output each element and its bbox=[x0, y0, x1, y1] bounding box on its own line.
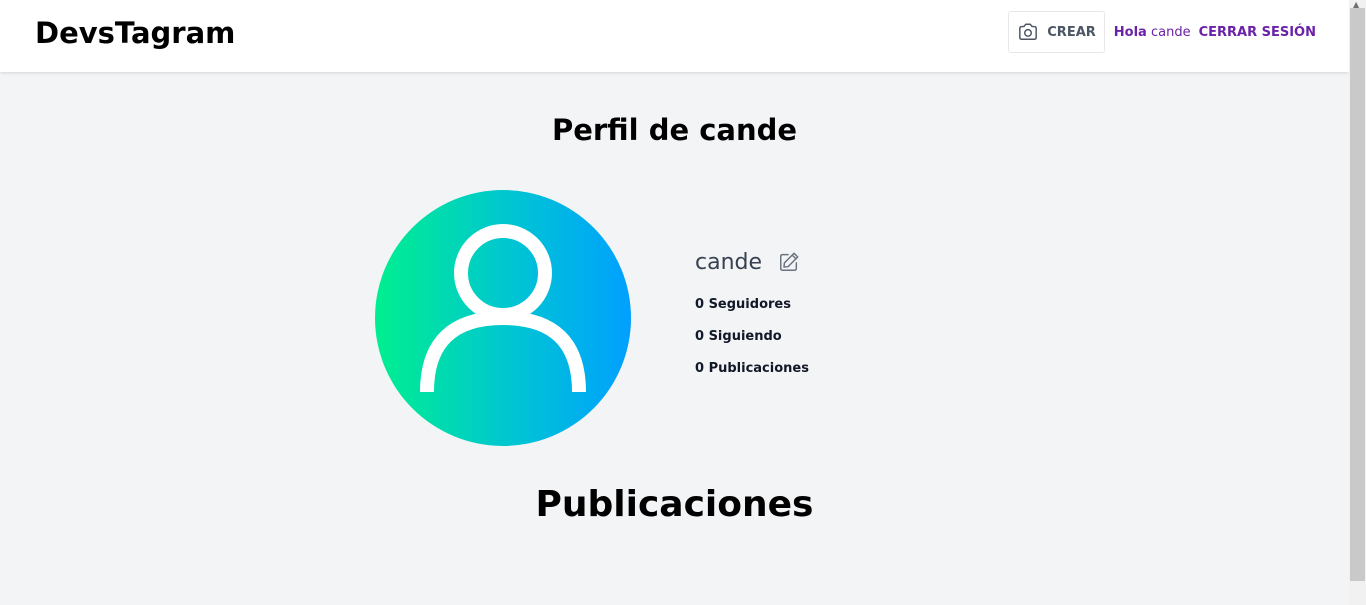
pencil-square-icon bbox=[780, 252, 799, 271]
user-icon bbox=[420, 224, 586, 393]
logout-button[interactable]: CERRAR SESIÓN bbox=[1199, 25, 1316, 40]
following-count[interactable]: 0 Siguiendo bbox=[695, 329, 809, 348]
scrollbar-thumb[interactable] bbox=[1350, 8, 1365, 581]
app-root: DevsTagram CREAR Hola cande CERRAR SESIÓ… bbox=[0, 0, 1349, 605]
greeting-prefix: Hola bbox=[1113, 24, 1147, 40]
create-post-label: CREAR bbox=[1047, 24, 1096, 40]
top-navbar: DevsTagram CREAR Hola cande CERRAR SESIÓ… bbox=[0, 0, 1349, 72]
profile-stats: 0 Seguidores 0 Siguiendo 0 Publicaciones bbox=[695, 297, 809, 380]
profile-username: cande bbox=[695, 249, 763, 275]
app-logo[interactable]: DevsTagram bbox=[35, 16, 235, 50]
followers-count[interactable]: 0 Seguidores bbox=[695, 297, 809, 316]
header-nav: CREAR Hola cande CERRAR SESIÓN bbox=[1008, 11, 1316, 53]
page-title: Perfil de cande bbox=[551, 113, 798, 147]
greeting: Hola cande bbox=[1114, 25, 1191, 40]
greeting-username[interactable]: cande bbox=[1151, 25, 1191, 40]
camera-icon bbox=[1019, 23, 1038, 40]
username-row: cande bbox=[695, 246, 809, 278]
edit-profile-icon[interactable] bbox=[778, 251, 800, 273]
profile-info: cande 0 Seguidores 0 Siguiendo 0 Publica… bbox=[695, 246, 809, 380]
profile-avatar bbox=[375, 190, 631, 446]
vertical-scrollbar[interactable]: ▲ bbox=[1349, 0, 1366, 605]
posts-count: 0 Publicaciones bbox=[695, 361, 809, 376]
posts-section-title: Publicaciones bbox=[535, 484, 814, 525]
create-post-button[interactable]: CREAR bbox=[1008, 11, 1105, 53]
